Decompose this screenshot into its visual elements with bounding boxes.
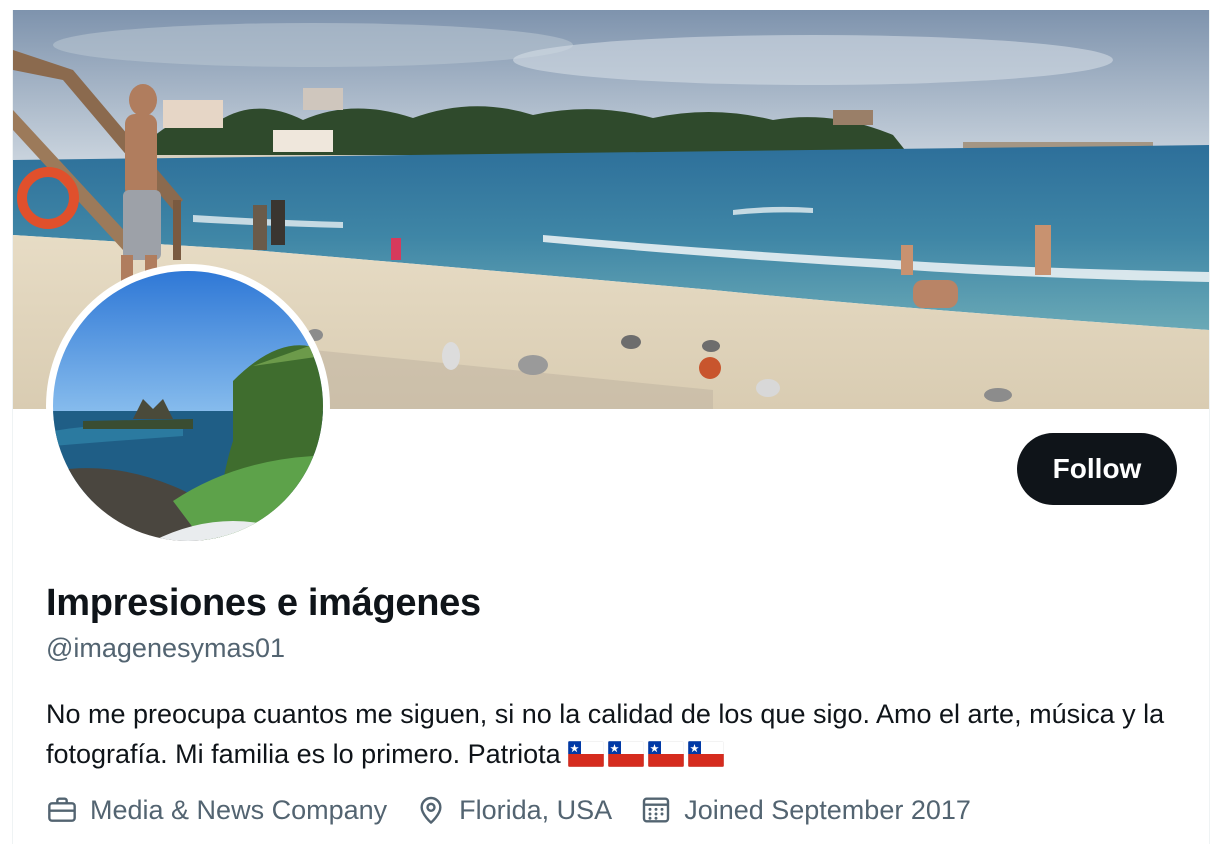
profile-joined: Joined September 2017 (640, 794, 971, 826)
chile-flag-icon (688, 741, 725, 767)
chile-flag-icon (568, 741, 605, 767)
profile-avatar[interactable] (46, 264, 330, 548)
profile-card: Follow Impresiones e imágenes @imagenesy… (12, 10, 1210, 844)
profile-bio-text: No me preocupa cuantos me siguen, si no … (46, 699, 1165, 769)
profile-category-label: Media & News Company (90, 794, 388, 825)
calendar-icon (642, 797, 670, 823)
profile-location-label: Florida, USA (459, 794, 613, 825)
follow-button[interactable]: Follow (1017, 433, 1177, 505)
briefcase-icon (48, 797, 76, 822)
profile-display-name: Impresiones e imágenes (46, 582, 481, 624)
profile-joined-label: Joined September 2017 (684, 794, 971, 825)
profile-category: Media & News Company (46, 794, 387, 826)
chile-flag-icon (648, 741, 685, 767)
profile-location: Florida, USA (415, 794, 612, 826)
profile-bio: No me preocupa cuantos me siguen, si no … (46, 694, 1176, 774)
profile-meta-row: Media & News Company Florida, USA Joined… (46, 794, 999, 826)
profile-handle: @imagenesymas01 (46, 633, 286, 663)
chile-flag-icon (608, 741, 645, 767)
avatar-image (53, 271, 323, 541)
location-pin-icon (420, 796, 442, 824)
